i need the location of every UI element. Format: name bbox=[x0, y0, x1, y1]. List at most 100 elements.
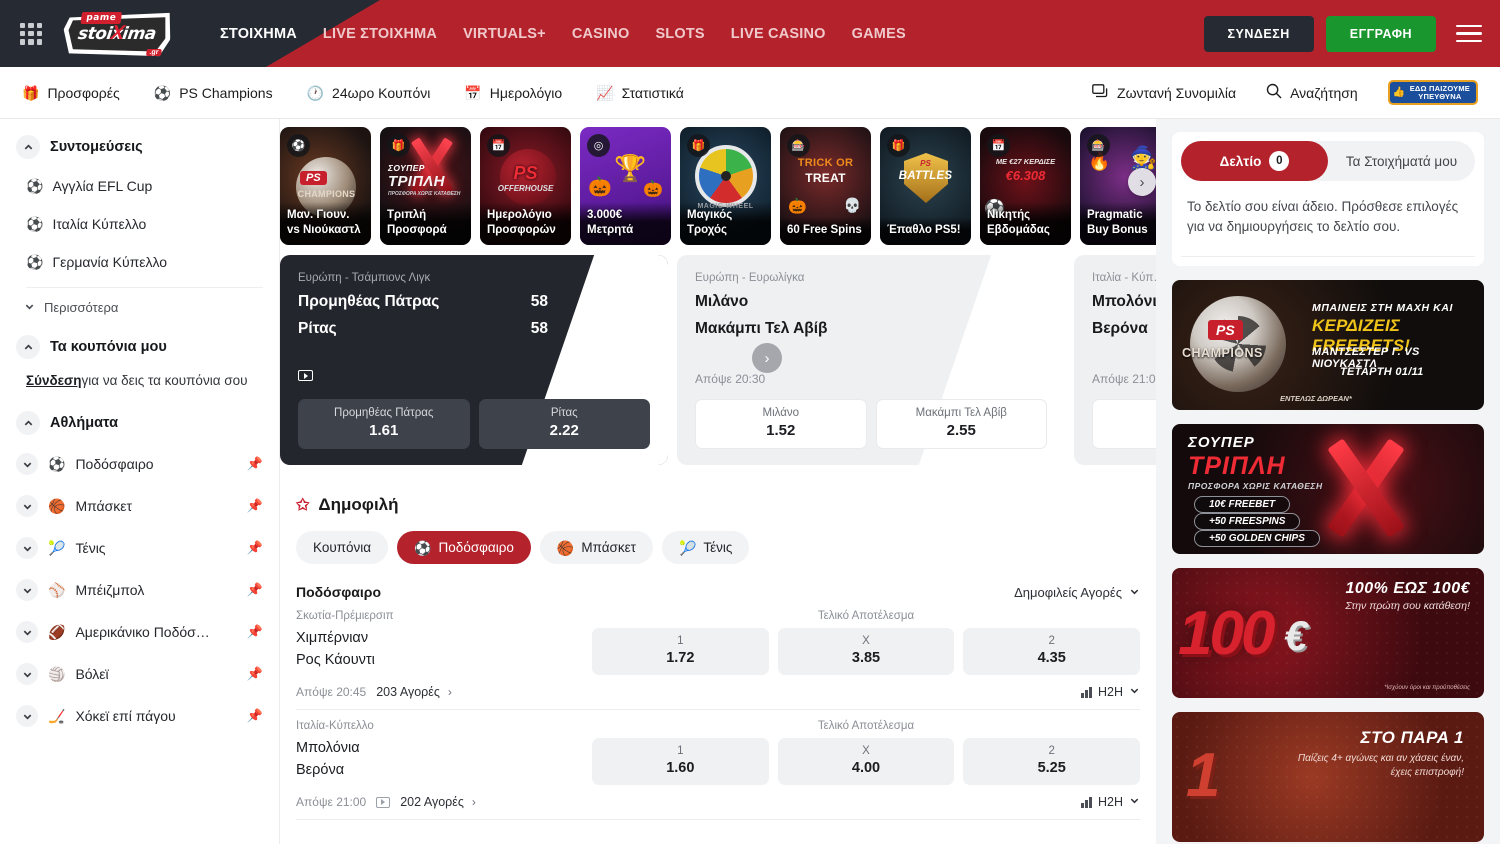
sidebar-item-baseball[interactable]: ⚾ Μπέιζμπολ 📌 bbox=[16, 569, 263, 611]
nav-item-games[interactable]: GAMES bbox=[852, 26, 906, 42]
odds-button[interactable]: 2 5.25 bbox=[963, 738, 1140, 785]
match-markets-count[interactable]: 203 Αγορές bbox=[376, 685, 440, 699]
live-match-card[interactable]: Ευρώπη - Τσάμπιονς Λιγκ Προμηθέας Πάτρας… bbox=[280, 255, 668, 465]
odds-button[interactable]: X 4.00 bbox=[778, 738, 955, 785]
tab-betslip[interactable]: Δελτίο 0 bbox=[1181, 141, 1328, 181]
pin-icon[interactable]: 📌 bbox=[247, 456, 263, 472]
nav-item-slots[interactable]: SLOTS bbox=[655, 26, 704, 42]
login-button[interactable]: ΣΥΝΔΕΣΗ bbox=[1204, 16, 1314, 52]
pin-icon[interactable]: 📌 bbox=[247, 624, 263, 640]
chevron-down-icon[interactable] bbox=[16, 621, 38, 643]
tab-basketball[interactable]: 🏀 Μπάσκετ bbox=[540, 531, 653, 564]
odds-button[interactable]: Μιλάνο 1.52 bbox=[695, 399, 867, 449]
nav-item-casino[interactable]: CASINO bbox=[572, 26, 630, 42]
chevron-down-icon[interactable] bbox=[16, 579, 38, 601]
subnav-item-statistics[interactable]: 📈 Στατιστικά bbox=[596, 85, 684, 101]
chevron-down-icon[interactable] bbox=[16, 495, 38, 517]
promo-carousel-next-button[interactable]: › bbox=[1128, 168, 1156, 196]
sidebar-section-coupons-header[interactable]: Τα κουπόνια μου bbox=[16, 335, 263, 359]
promo-banner-sto-para-1[interactable]: 1 ΣΤΟ ΠΑΡΑ 1 Παίζεις 4+ αγώνες και αν χά… bbox=[1172, 712, 1484, 842]
subnav-item-offers[interactable]: 🎁 Προσφορές bbox=[22, 85, 120, 101]
match-info[interactable]: Σκωτία-Πρέμιερσιπ Χιμπέρνιαν Ρος Κάουντι bbox=[296, 610, 592, 675]
markets-dropdown[interactable]: Δημοφιλείς Αγορές bbox=[1014, 585, 1140, 600]
nav-item-live-stoixima[interactable]: LIVE ΣΤΟΙΧΗΜΑ bbox=[323, 26, 437, 42]
odds-button[interactable]: 1 1.72 bbox=[592, 628, 769, 675]
nav-item-stoixima[interactable]: ΣΤΟΙΧΗΜΑ bbox=[220, 26, 297, 42]
live-stream-icon[interactable] bbox=[298, 370, 313, 381]
promo-tile-3000-cash[interactable]: 🏆 🎃 🎃 ◎ 3.000€ Μετρητά bbox=[580, 127, 671, 245]
chevron-down-icon[interactable] bbox=[16, 453, 38, 475]
promo-tile-60-free-spins[interactable]: TRICK OR TREAT 🎃 💀 🎰 60 Free Spins bbox=[780, 127, 871, 245]
sidebar-item-tennis[interactable]: 🎾 Τένις 📌 bbox=[16, 527, 263, 569]
apps-grid-icon[interactable] bbox=[20, 23, 42, 45]
promo-banner-super-tripli[interactable]: ΣΟΥΠΕΡ ΤΡΙΠΛΗ ΠΡΟΣΦΟΡΑ ΧΩΡΙΣ ΚΑΤΑΘΕΣΗ 10… bbox=[1172, 424, 1484, 554]
promo-tile-ps-battles[interactable]: PS BATTLES 🎁 Έπαθλο PS5! bbox=[880, 127, 971, 245]
subnav-item-live-chat[interactable]: Ζωντανή Συνομιλία bbox=[1092, 84, 1236, 102]
chevron-down-icon[interactable] bbox=[16, 663, 38, 685]
promo-tile-offer-calendar[interactable]: PS OFFERHOUSE 📅 Ημερολόγιο Προσφορών bbox=[480, 127, 571, 245]
chevron-right-icon[interactable]: › bbox=[448, 685, 452, 699]
odds-button[interactable]: Ρίτας 2.22 bbox=[479, 399, 651, 449]
subnav-item-ps-champions[interactable]: ⚽ PS Champions bbox=[154, 85, 273, 101]
responsible-gaming-badge[interactable]: ΕΔΩ ΠΑΙΖΟΥΜΕ ΥΠΕΥΘΥΝΑ bbox=[1388, 80, 1478, 106]
promo-banner-first-deposit[interactable]: 100 € 100% ΕΩΣ 100€ Στην πρώτη σου κατάθ… bbox=[1172, 568, 1484, 698]
odds-button[interactable]: Προμηθέας Πάτρας 1.61 bbox=[298, 399, 470, 449]
promo-tile-super-tripli[interactable]: ΣΟΥΠΕΡ ΤΡΙΠΛΗ ΠΡΟΣΦΟΡΑ ΧΩΡΙΣ ΚΑΤΑΘΕΣΗ 🎁 … bbox=[380, 127, 471, 245]
live-carousel-next-button[interactable]: › bbox=[752, 343, 782, 373]
tab-tennis[interactable]: 🎾 Τένις bbox=[662, 531, 749, 564]
match-market: Τελικό Αποτέλεσμα 1 1.60 X 4.00 2 5.25 bbox=[592, 720, 1140, 785]
soccer-ball-graphic bbox=[1190, 296, 1286, 392]
subnav-item-calendar[interactable]: 📅 Ημερολόγιο bbox=[464, 85, 562, 101]
promo-badge-icon: 📅 bbox=[987, 134, 1010, 157]
subnav-item-24h-coupon[interactable]: 🕐 24ωρο Κουπόνι bbox=[307, 85, 431, 101]
chevron-right-icon[interactable]: › bbox=[472, 795, 476, 809]
site-logo[interactable]: pame stoixima X .gr bbox=[62, 8, 172, 60]
promo-tile-magic-wheel[interactable]: MAGIC WHEEL 🎁 Μαγικός Τροχός bbox=[680, 127, 771, 245]
tab-my-bets[interactable]: Τα Στοιχήματά μου bbox=[1328, 141, 1475, 181]
odds-button[interactable]: X 3.85 bbox=[778, 628, 955, 675]
promo-tile-weekly-winner[interactable]: ΜΕ €27 ΚΕΡΔΙΣΕ €6.308 ⚽ 📅 Νικητής Εβδομά… bbox=[980, 127, 1071, 245]
odds-button[interactable]: 2 4.35 bbox=[963, 628, 1140, 675]
tab-football[interactable]: ⚽ Ποδόσφαιρο bbox=[397, 531, 531, 564]
pin-icon[interactable]: 📌 bbox=[247, 498, 263, 514]
sidebar-item-football[interactable]: ⚽ Ποδόσφαιρο 📌 bbox=[16, 443, 263, 485]
sidebar-item-basketball[interactable]: 🏀 Μπάσκετ 📌 bbox=[16, 485, 263, 527]
chevron-down-icon bbox=[1129, 585, 1140, 600]
odds-button[interactable]: 1 1.6 bbox=[1092, 399, 1156, 449]
nav-item-live-casino[interactable]: LIVE CASINO bbox=[731, 26, 826, 42]
live-match-card[interactable]: Ευρώπη - Ευρωλίγκα Μιλάνο Μακάμπι Τελ Αβ… bbox=[677, 255, 1065, 465]
promo-tile-ps-champions[interactable]: PS CHAMPIONS ⚽ Μαν. Γιουν. vs Νιούκαστλ bbox=[280, 127, 371, 245]
pin-icon[interactable]: 📌 bbox=[247, 540, 263, 556]
sidebar-login-link[interactable]: Σύνδεση bbox=[26, 373, 82, 388]
hamburger-menu-icon[interactable] bbox=[1456, 25, 1482, 43]
h2h-button[interactable]: H2H bbox=[1081, 795, 1140, 809]
sidebar-item-american-football[interactable]: 🏈 Αμερικάνικο Ποδόσ… 📌 bbox=[16, 611, 263, 653]
match-markets-count[interactable]: 202 Αγορές bbox=[400, 795, 464, 809]
sidebar-section-sports-header[interactable]: Αθλήματα bbox=[16, 411, 263, 435]
sidebar-shortcut-efl-cup[interactable]: ⚽ Αγγλία EFL Cup bbox=[16, 167, 263, 205]
tennis-ball-icon: 🎾 bbox=[679, 541, 696, 555]
soccer-ball-icon: ⚽ bbox=[154, 86, 171, 100]
h2h-button[interactable]: H2H bbox=[1081, 685, 1140, 699]
chevron-down-icon[interactable] bbox=[16, 537, 38, 559]
sidebar-more-button[interactable]: Περισσότερα bbox=[16, 292, 263, 323]
nav-item-virtuals[interactable]: VIRTUALS+ bbox=[463, 26, 546, 42]
register-button[interactable]: ΕΓΓΡΑΦΗ bbox=[1326, 16, 1436, 52]
live-stream-icon[interactable] bbox=[376, 797, 390, 808]
sidebar-section-shortcuts-header[interactable]: Συντομεύσεις bbox=[16, 135, 263, 159]
tab-coupons[interactable]: Κουπόνια bbox=[296, 531, 388, 564]
match-info[interactable]: Ιταλία-Κύπελλο Μπολόνια Βερόνα bbox=[296, 720, 592, 785]
promo-banner-ps-champions-freebets[interactable]: PS CHAMPIONS ΜΠΑΙΝΕΙΣ ΣΤΗ ΜΑΧΗ ΚΑΙ ΚΕΡΔΙ… bbox=[1172, 280, 1484, 410]
sidebar-item-volleyball[interactable]: 🏐 Βόλεϊ 📌 bbox=[16, 653, 263, 695]
pin-icon[interactable]: 📌 bbox=[247, 666, 263, 682]
odds-button[interactable]: Μακάμπι Τελ Αβίβ 2.55 bbox=[876, 399, 1048, 449]
pin-icon[interactable]: 📌 bbox=[247, 582, 263, 598]
sidebar-shortcut-italy-cup[interactable]: ⚽ Ιταλία Κύπελλο bbox=[16, 205, 263, 243]
odds-button[interactable]: 1 1.60 bbox=[592, 738, 769, 785]
sidebar-shortcut-germany-cup[interactable]: ⚽ Γερμανία Κύπελλο bbox=[16, 243, 263, 281]
sidebar-item-ice-hockey[interactable]: 🏒 Χόκεϊ επί πάγου 📌 bbox=[16, 695, 263, 737]
live-match-card[interactable]: Ιταλία - Κύπ… Μπολόνι Βερόνα Απόψε 21:00… bbox=[1074, 255, 1156, 465]
pin-icon[interactable]: 📌 bbox=[247, 708, 263, 724]
subnav-item-search[interactable]: Αναζήτηση bbox=[1266, 83, 1358, 102]
chevron-down-icon[interactable] bbox=[16, 705, 38, 727]
